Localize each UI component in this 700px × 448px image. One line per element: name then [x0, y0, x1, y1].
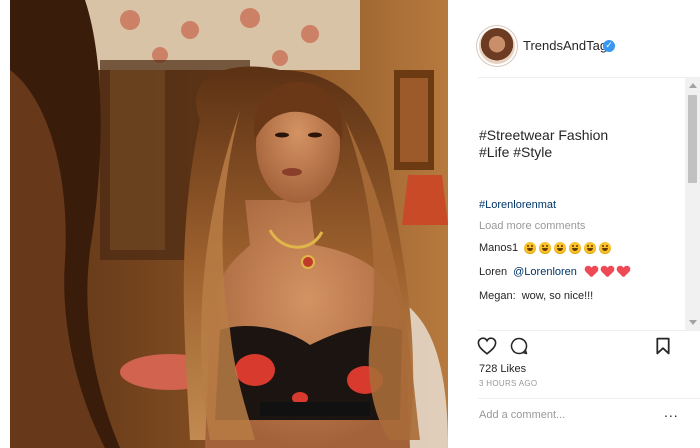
comment-username[interactable]: Loren — [479, 266, 507, 278]
comment-username[interactable]: Megan: — [479, 290, 516, 302]
post-side-panel: TrendsAndTags ✓ #Streetwear Fashion #Lif… — [448, 0, 700, 448]
post-timestamp: 3 HOURS AGO — [479, 379, 538, 388]
likes-count[interactable]: 728 Likes — [479, 363, 526, 375]
comment-row: Loren @Lorenloren — [479, 266, 633, 278]
grinning-face-icon — [584, 242, 597, 254]
like-heart-icon[interactable] — [477, 337, 497, 355]
verified-badge-icon: ✓ — [603, 40, 615, 52]
grinning-face-icon — [569, 242, 582, 254]
comment-row: Megan: wow, so nice!!! — [479, 290, 593, 302]
scrollbar-thumb[interactable] — [688, 95, 697, 183]
comment-mention-link[interactable]: @Lorenloren — [513, 266, 577, 278]
red-heart-icon — [617, 266, 630, 278]
red-heart-icon — [601, 266, 614, 278]
comment-bubble-icon[interactable] — [510, 337, 528, 355]
likes-number: 728 — [479, 363, 498, 375]
red-heart-icon — [585, 266, 598, 278]
comment-input-divider — [478, 398, 700, 399]
comment-emojis — [524, 242, 612, 254]
hashtag-link[interactable]: #Lorenlorenmat — [479, 199, 556, 211]
grinning-face-icon — [539, 242, 552, 254]
post-photo[interactable] — [10, 0, 448, 448]
comment-text: wow, so nice!!! — [521, 290, 594, 302]
load-more-comments-link[interactable]: Load more comments — [479, 220, 585, 232]
grinning-face-icon — [524, 242, 537, 254]
scroll-up-arrow-icon[interactable] — [685, 78, 700, 93]
add-comment-input[interactable] — [479, 406, 649, 424]
save-bookmark-icon[interactable] — [656, 337, 670, 355]
comments-area: #Streetwear Fashion #Life #Style #Lorenl… — [448, 78, 684, 330]
avatar[interactable] — [479, 28, 515, 64]
post-header: TrendsAndTags ✓ — [448, 0, 700, 78]
likes-label: Likes — [500, 363, 527, 375]
comments-scrollbar[interactable] — [685, 78, 700, 330]
more-options-icon[interactable]: ... — [664, 404, 679, 420]
post-photo-illustration — [10, 0, 448, 448]
post-actions: 728 Likes 3 HOURS AGO — [448, 331, 700, 391]
instagram-post-window: TrendsAndTags ✓ #Streetwear Fashion #Lif… — [0, 0, 700, 448]
scroll-down-arrow-icon[interactable] — [685, 315, 700, 330]
grinning-face-icon — [599, 242, 612, 254]
username[interactable]: TrendsAndTags — [523, 38, 614, 53]
post-caption: #Streetwear Fashion #Life #Style — [479, 127, 609, 160]
grinning-face-icon — [554, 242, 567, 254]
comment-username[interactable]: Manos1 — [479, 242, 518, 254]
comment-row: Manos1 — [479, 242, 612, 254]
